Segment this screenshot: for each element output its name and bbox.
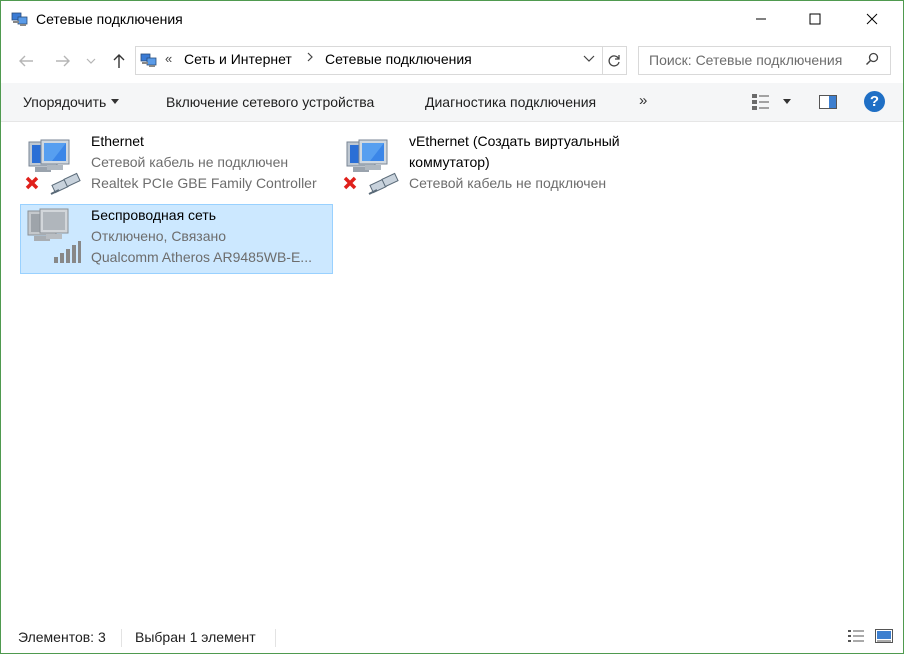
status-bar: Элементов: 3 Выбран 1 элемент [1,623,903,653]
enable-device-button[interactable]: Включение сетевого устройства [166,94,374,110]
breadcrumb-network-connections[interactable]: Сетевые подключения [325,51,472,67]
connection-status: Сетевой кабель не подключен [91,154,289,170]
connection-text: vEthernet (Создать виртуальный коммутато… [409,131,620,194]
chevron-right-icon [307,52,313,62]
connection-status: Отключено, Связано [91,228,227,244]
close-button[interactable] [849,1,895,37]
recent-locations-button[interactable] [84,51,98,71]
title-bar: Сетевые подключения [1,1,903,39]
change-view-icon[interactable] [751,93,771,111]
breadcrumb-network-internet[interactable]: Сеть и Интернет [184,51,292,67]
explorer-window: Сетевые подключения « Сеть и Интернет Се… [0,0,904,654]
window-title: Сетевые подключения [36,11,183,27]
command-bar: Упорядочить Включение сетевого устройств… [1,83,903,122]
connection-status: Сетевой кабель не подключен [409,175,607,191]
connections-list: Ethernet Сетевой кабель не подключен Rea… [1,122,903,622]
close-icon [866,13,878,25]
wired-network-disconnected-icon [25,139,81,195]
connection-text: Ethernet Сетевой кабель не подключен Rea… [91,131,317,194]
arrow-up-icon [113,54,125,68]
chevron-down-icon [86,58,96,64]
search-box[interactable]: Поиск: Сетевые подключения [638,46,891,75]
connection-name-line2: коммутатор) [409,154,490,170]
connection-name: Ethernet [91,133,144,149]
more-commands-button[interactable]: » [639,92,647,109]
help-button[interactable]: ? [864,91,885,112]
selection-count: Выбран 1 элемент [135,629,256,645]
connection-name: Беспроводная сеть [91,207,217,223]
wireless-network-disabled-icon [27,208,81,263]
arrow-right-icon [56,55,70,67]
minimize-button[interactable] [738,1,784,37]
network-connections-icon [11,12,28,26]
navigation-bar: « Сеть и Интернет Сетевые подключения По… [1,39,903,83]
maximize-icon [809,13,821,25]
wired-network-disconnected-icon [343,139,399,195]
back-button[interactable] [15,51,37,71]
forward-button[interactable] [52,51,74,71]
connection-device: Qualcomm Atheros AR9485WB-E... [91,249,312,265]
details-view-icon[interactable] [847,629,865,643]
status-divider [275,629,276,647]
network-connections-icon [140,53,157,67]
address-bar[interactable]: « Сеть и Интернет Сетевые подключения [135,46,603,75]
connection-item-wireless[interactable]: Беспроводная сеть Отключено, Связано Qua… [20,204,333,274]
up-button[interactable] [108,51,130,71]
breadcrumb-separator[interactable] [306,51,314,66]
connection-item-ethernet[interactable]: Ethernet Сетевой кабель не подключен Rea… [21,132,333,200]
address-overflow-chevron[interactable]: « [165,51,172,66]
status-divider [121,629,122,647]
organize-menu[interactable]: Упорядочить [23,94,120,110]
large-icons-view-icon[interactable] [875,629,893,643]
refresh-button[interactable] [601,46,627,75]
maximize-button[interactable] [792,1,838,37]
caret-down-icon [111,99,120,104]
item-count: Элементов: 3 [18,629,106,645]
minimize-icon [756,18,766,20]
search-icon[interactable] [865,52,879,66]
connection-text: Беспроводная сеть Отключено, Связано Qua… [91,205,312,268]
connection-name-line1: vEthernet (Создать виртуальный [409,133,620,149]
view-options-caret-icon[interactable] [783,99,791,104]
diagnose-connection-button[interactable]: Диагностика подключения [425,94,596,110]
connection-item-vethernet[interactable]: vEthernet (Создать виртуальный коммутато… [339,132,651,200]
chevron-down-icon[interactable] [583,54,595,64]
search-placeholder: Поиск: Сетевые подключения [649,52,843,68]
preview-pane-icon[interactable] [819,95,837,109]
connection-device: Realtek PCIe GBE Family Controller [91,175,317,191]
refresh-icon [607,54,620,67]
organize-label: Упорядочить [23,94,107,110]
arrow-left-icon [19,55,33,67]
